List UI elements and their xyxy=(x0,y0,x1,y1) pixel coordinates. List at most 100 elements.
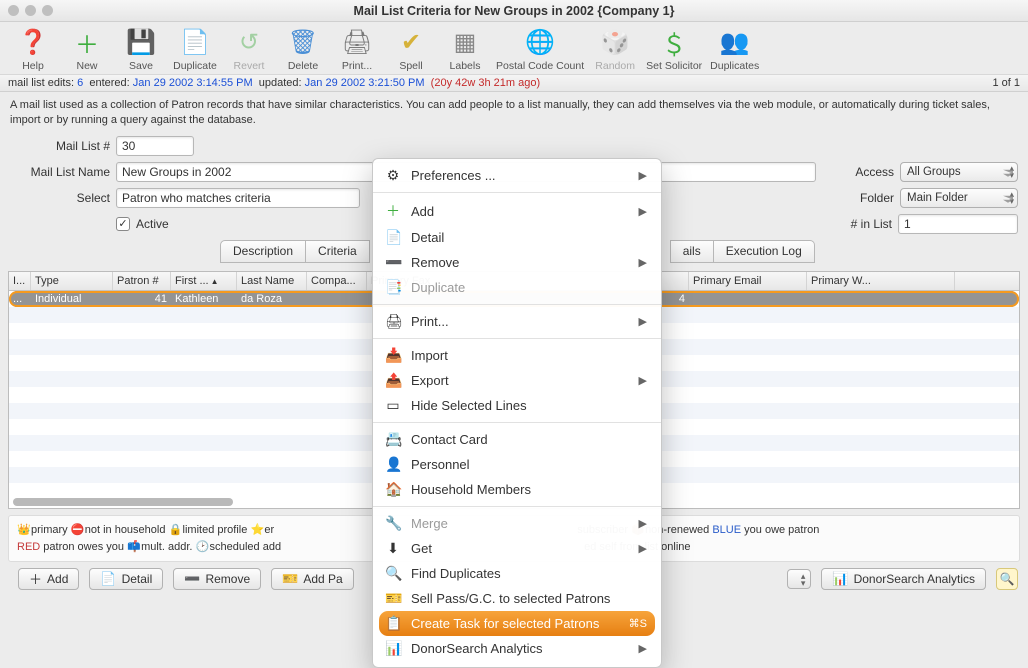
mini-select[interactable]: ▴▾ xyxy=(787,569,811,589)
add-pass-button[interactable]: 🎫Add Pa xyxy=(271,568,354,590)
title-bar: Mail List Criteria for New Groups in 200… xyxy=(0,0,1028,22)
column-header[interactable]: Type xyxy=(31,272,113,290)
toolbar-new-button[interactable]: ＋New xyxy=(64,26,110,72)
toolbar-print-button[interactable]: 🖨Print... xyxy=(334,26,380,72)
analytics-icon: 📊 xyxy=(832,571,848,587)
chevron-updown-icon: ▴▾ xyxy=(1009,165,1014,179)
menu-item-export[interactable]: 📤Export▶ xyxy=(373,368,661,393)
menu-item-get[interactable]: ⬇Get▶ xyxy=(373,536,661,561)
chevron-updown-icon: ▴▾ xyxy=(1009,191,1014,205)
scheduled-add-icon: 🕑 xyxy=(196,539,210,557)
menu-item-detail[interactable]: 📄Detail xyxy=(373,225,661,250)
save-icon: 💾 xyxy=(125,26,157,58)
access-select[interactable]: All Groups ▴▾ xyxy=(900,162,1018,182)
toolbar-help-button[interactable]: ❓Help xyxy=(10,26,56,72)
random-icon: 🎲 xyxy=(599,26,631,58)
column-header[interactable]: Primary W... xyxy=(807,272,955,290)
toolbar-delete-button[interactable]: 🗑Delete xyxy=(280,26,326,72)
menu-separator xyxy=(373,422,661,423)
select-field[interactable]: Patron who matches criteria xyxy=(116,188,360,208)
menu-item-hide-selected-lines[interactable]: ▭Hide Selected Lines xyxy=(373,393,661,418)
menu-icon: 🏠 xyxy=(385,481,401,498)
menu-icon: 📥 xyxy=(385,347,401,364)
menu-icon: 📇 xyxy=(385,431,401,448)
menu-item-personnel[interactable]: 👤Personnel xyxy=(373,452,661,477)
menu-item-print[interactable]: 🖨Print...▶ xyxy=(373,309,661,334)
ago-value: (20y 42w 3h 21m ago) xyxy=(431,77,540,89)
column-header[interactable]: First ...▲ xyxy=(171,272,237,290)
menu-icon: 📋 xyxy=(385,615,401,632)
menu-item-preferences[interactable]: ⚙Preferences ...▶ xyxy=(373,163,661,188)
menu-item-duplicate: 📑Duplicate xyxy=(373,275,661,300)
count-label: # in List xyxy=(851,217,892,231)
maillist-num-label: Mail List # xyxy=(10,139,110,153)
folder-select[interactable]: Main Folder ▴▾ xyxy=(900,188,1018,208)
menu-item-sell-pass-g-c-to-selected-patrons[interactable]: 🎫Sell Pass/G.C. to selected Patrons xyxy=(373,586,661,611)
column-header[interactable]: Last Name xyxy=(237,272,307,290)
active-checkbox[interactable] xyxy=(116,217,130,231)
revert-icon: ↺ xyxy=(233,26,265,58)
menu-item-donorsearch-analytics[interactable]: 📊DonorSearch Analytics▶ xyxy=(373,636,661,661)
chevron-updown-icon: ▴▾ xyxy=(801,573,806,587)
menu-item-household-members[interactable]: 🏠Household Members xyxy=(373,477,661,502)
chevron-right-icon: ▶ xyxy=(639,642,647,655)
toolbar-postal-button[interactable]: 🌐Postal Code Count xyxy=(496,26,584,72)
tab-criteria[interactable]: Criteria xyxy=(306,240,370,263)
window-title: Mail List Criteria for New Groups in 200… xyxy=(0,4,1028,18)
menu-item-contact-card[interactable]: 📇Contact Card xyxy=(373,427,661,452)
menu-icon: 👤 xyxy=(385,456,401,473)
tab-description[interactable]: Description xyxy=(220,240,306,263)
menu-item-remove[interactable]: ➖Remove▶ xyxy=(373,250,661,275)
column-header[interactable]: Primary Email xyxy=(689,272,807,290)
toolbar-duplicate-button[interactable]: 📄Duplicate xyxy=(172,26,218,72)
blue-label: BLUE xyxy=(712,524,741,536)
menu-icon: ➖ xyxy=(385,254,401,271)
duplicate-icon: 📄 xyxy=(179,26,211,58)
column-header[interactable]: Compa... xyxy=(307,272,367,290)
star-icon: ⭐ xyxy=(250,522,264,540)
chevron-right-icon: ▶ xyxy=(639,315,647,328)
access-label: Access xyxy=(855,165,894,179)
tab-emails-partial[interactable]: ails xyxy=(670,240,714,263)
menu-item-find-duplicates[interactable]: 🔍Find Duplicates xyxy=(373,561,661,586)
status-line: mail list edits: 6 entered: Jan 29 2002 … xyxy=(0,74,1028,92)
chevron-right-icon: ▶ xyxy=(639,256,647,269)
record-counter: 1 of 1 xyxy=(992,77,1020,89)
donorsearch-button[interactable]: 📊DonorSearch Analytics xyxy=(821,568,986,590)
search-button[interactable]: 🔍 xyxy=(996,568,1018,590)
menu-icon: 🔍 xyxy=(385,565,401,582)
chevron-right-icon: ▶ xyxy=(639,169,647,182)
menu-icon: 🔧 xyxy=(385,515,401,532)
detail-icon: 📄 xyxy=(100,571,116,587)
menu-icon: 📊 xyxy=(385,640,401,657)
remove-button[interactable]: ➖Remove xyxy=(173,568,261,590)
toolbar-save-button[interactable]: 💾Save xyxy=(118,26,164,72)
menu-item-create-task-for-selected-patrons[interactable]: 📋Create Task for selected Patrons⌘S xyxy=(379,611,655,636)
plus-icon: ＋ xyxy=(29,569,42,588)
menu-separator xyxy=(373,338,661,339)
labels-icon: ▦ xyxy=(449,26,481,58)
toolbar-solicitor-button[interactable]: ＄Set Solicitor xyxy=(646,26,702,72)
toolbar-spell-button[interactable]: ✔Spell xyxy=(388,26,434,72)
toolbar-dupes-button[interactable]: 👥Duplicates xyxy=(710,26,759,72)
menu-icon: ⚙ xyxy=(385,167,401,184)
tab-execution-log[interactable]: Execution Log xyxy=(714,240,815,263)
detail-button[interactable]: 📄Detail xyxy=(89,568,163,590)
print-icon: 🖨 xyxy=(341,26,373,58)
maillist-name-label: Mail List Name xyxy=(10,165,110,179)
maillist-num-field[interactable]: 30 xyxy=(116,136,194,156)
add-button[interactable]: ＋Add xyxy=(18,568,79,590)
column-header[interactable]: I... xyxy=(9,272,31,290)
menu-icon: 🎫 xyxy=(385,590,401,607)
delete-icon: 🗑 xyxy=(287,26,319,58)
not-in-household-icon: ⛔ xyxy=(71,522,85,540)
menu-icon: 📄 xyxy=(385,229,401,246)
help-description: A mail list used as a collection of Patr… xyxy=(0,92,1028,134)
entered-value: Jan 29 2002 3:14:55 PM xyxy=(133,77,253,89)
horizontal-scrollbar[interactable] xyxy=(13,498,233,506)
toolbar-labels-button[interactable]: ▦Labels xyxy=(442,26,488,72)
menu-item-import[interactable]: 📥Import xyxy=(373,343,661,368)
menu-item-add[interactable]: ＋Add▶ xyxy=(373,197,661,225)
menu-separator xyxy=(373,192,661,193)
column-header[interactable]: Patron # xyxy=(113,272,171,290)
